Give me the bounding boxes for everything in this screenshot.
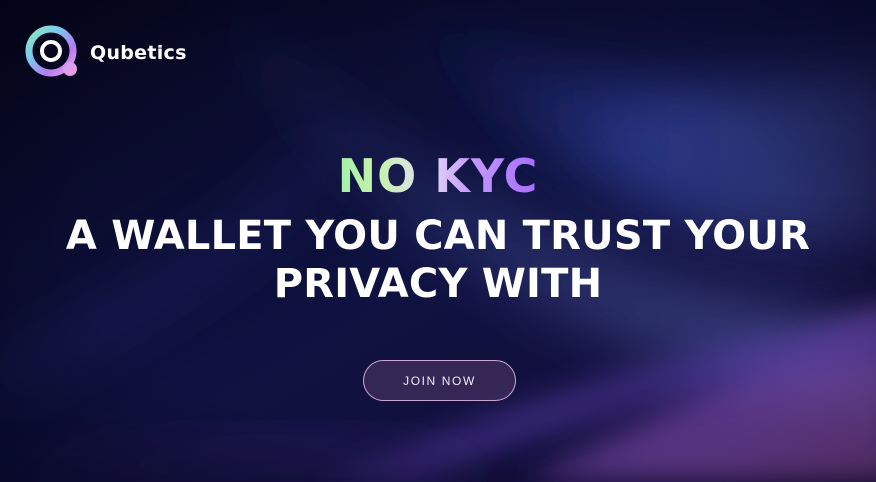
hero-headline: NO KYC A WALLET YOU CAN TRUST YOUR PRIVA… — [0, 148, 876, 308]
join-now-button[interactable]: JOIN NOW — [363, 360, 516, 401]
main-title: A WALLET YOU CAN TRUST YOUR PRIVACY WITH — [38, 212, 838, 308]
hero-section: Qubetics NO KYC A WALLET YOU CAN TRUST Y… — [0, 0, 876, 482]
main-title-line-2: PRIVACY WITH — [273, 261, 603, 307]
qubetics-ring-logo-icon — [25, 25, 77, 77]
main-title-line-1: A WALLET YOU CAN TRUST YOUR — [65, 213, 811, 259]
brand-logo[interactable]: Qubetics — [24, 24, 187, 82]
accent-title: NO KYC — [337, 149, 539, 203]
brand-name: Qubetics — [90, 42, 187, 64]
